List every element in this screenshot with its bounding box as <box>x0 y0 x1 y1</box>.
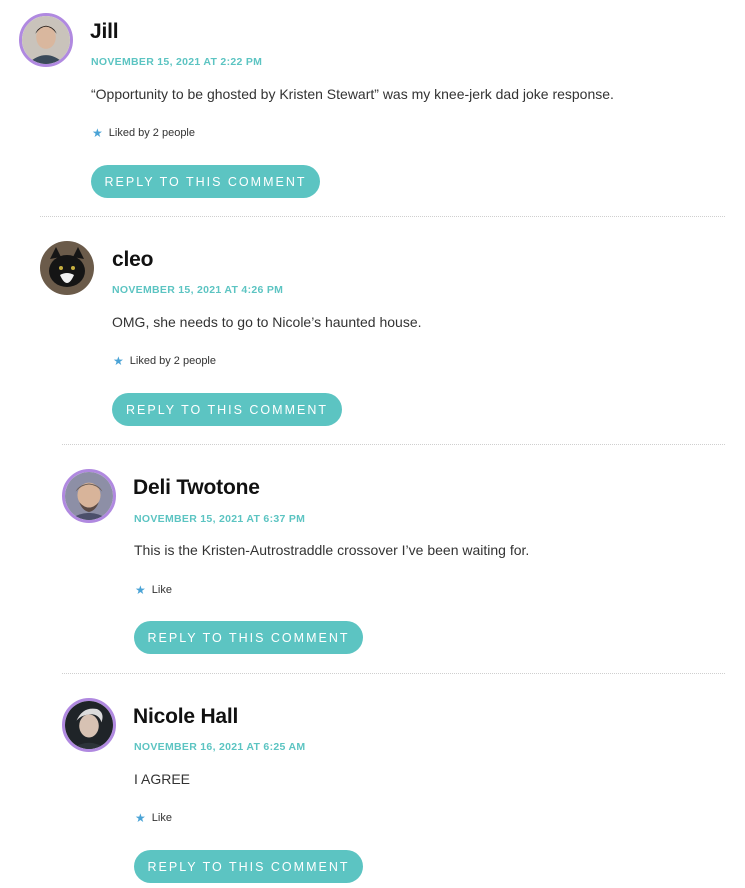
comment-text: OMG, she needs to go to Nicole’s haunted… <box>112 314 422 330</box>
reply-button[interactable]: REPLY TO THIS COMMENT <box>91 165 320 198</box>
comment-divider <box>62 673 725 674</box>
avatar[interactable] <box>62 469 116 523</box>
star-icon: ★ <box>135 811 146 825</box>
comment-date[interactable]: NOVEMBER 15, 2021 AT 4:26 PM <box>112 284 283 296</box>
likes-label[interactable]: Liked by 2 people <box>109 127 195 139</box>
star-icon: ★ <box>92 126 103 140</box>
like-label[interactable]: Like <box>152 584 172 596</box>
comment-date[interactable]: NOVEMBER 16, 2021 AT 6:25 AM <box>134 741 305 753</box>
star-icon: ★ <box>135 583 146 597</box>
comment-text: “Opportunity to be ghosted by Kristen St… <box>91 86 614 102</box>
comment-author[interactable]: Nicole Hall <box>133 705 238 729</box>
reply-button[interactable]: REPLY TO THIS COMMENT <box>134 621 363 654</box>
comment-author[interactable]: cleo <box>112 248 153 272</box>
comment-text: I AGREE <box>134 771 191 787</box>
reply-button[interactable]: REPLY TO THIS COMMENT <box>112 393 342 426</box>
likes-indicator: ★ Liked by 2 people <box>113 355 216 367</box>
star-icon: ★ <box>113 354 124 368</box>
comment-date[interactable]: NOVEMBER 15, 2021 AT 6:37 PM <box>134 513 305 525</box>
reply-button[interactable]: REPLY TO THIS COMMENT <box>134 850 363 883</box>
comment-divider <box>62 444 725 445</box>
like-label[interactable]: Like <box>152 812 172 824</box>
like-button[interactable]: ★ Like <box>135 584 172 596</box>
comment-date[interactable]: NOVEMBER 15, 2021 AT 2:22 PM <box>91 56 262 68</box>
like-button[interactable]: ★ Like <box>135 812 172 824</box>
avatar[interactable] <box>19 13 73 67</box>
likes-indicator: ★ Liked by 2 people <box>92 127 195 139</box>
comment-text: This is the Kristen-Autrostraddle crosso… <box>134 542 530 558</box>
avatar[interactable] <box>62 698 116 752</box>
avatar[interactable] <box>40 241 94 295</box>
likes-label[interactable]: Liked by 2 people <box>130 355 216 367</box>
comment-divider <box>40 216 725 217</box>
comment-author[interactable]: Deli Twotone <box>133 476 260 500</box>
comment-author[interactable]: Jill <box>90 20 119 44</box>
